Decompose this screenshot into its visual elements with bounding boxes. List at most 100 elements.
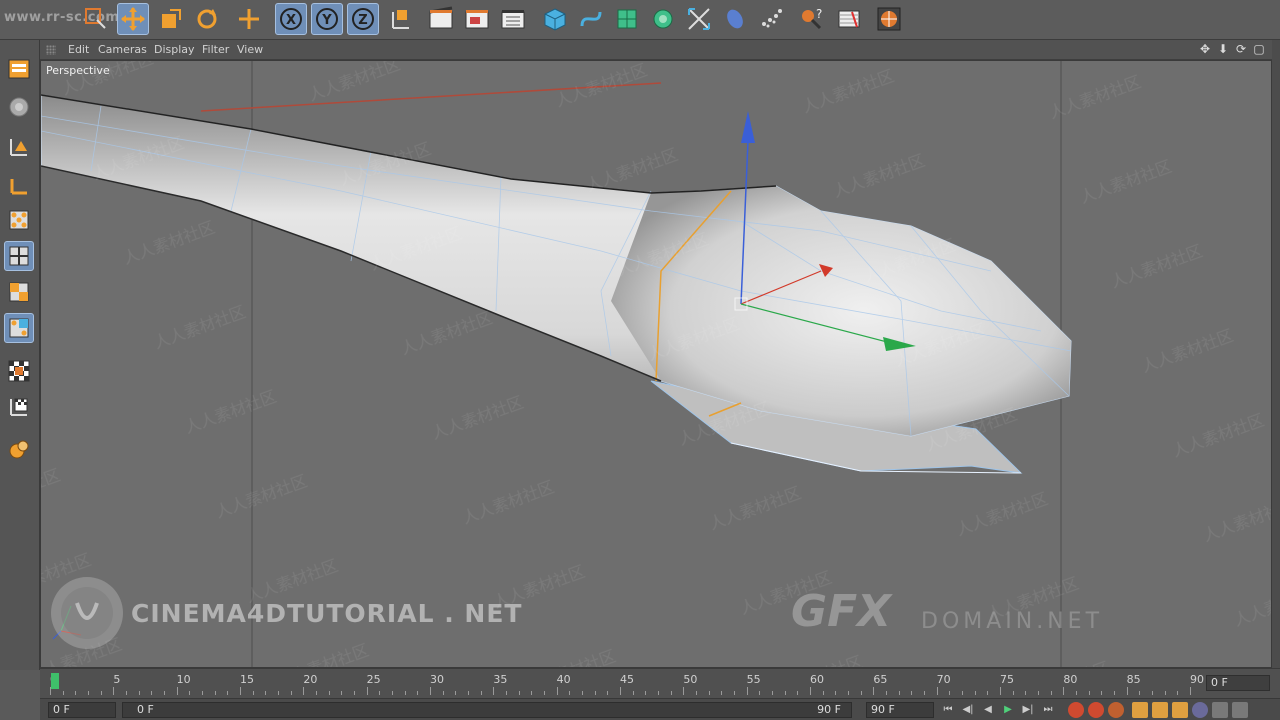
x-axis-lock-icon[interactable]: X — [275, 3, 307, 35]
texture-mode-icon[interactable] — [4, 92, 34, 122]
tweak-mode-icon[interactable] — [4, 392, 34, 422]
make-editable-icon[interactable] — [4, 54, 34, 84]
go-to-start-icon[interactable]: ⏮ — [940, 702, 956, 718]
rotate-icon[interactable] — [191, 3, 223, 35]
ruler-tick — [924, 691, 925, 695]
keyframe-selection-icon[interactable] — [1108, 702, 1124, 718]
render-settings-icon[interactable] — [497, 3, 529, 35]
model-mode-icon[interactable] — [4, 132, 34, 162]
cube-primitive-icon[interactable] — [539, 3, 571, 35]
parameter-key-icon[interactable] — [1192, 702, 1208, 718]
spline-curve[interactable] — [200, 82, 662, 112]
array-icon[interactable] — [647, 3, 679, 35]
ruler-tick — [987, 691, 989, 695]
pan-view-icon[interactable]: ✥ — [1198, 42, 1212, 56]
deformer-icon[interactable] — [683, 3, 715, 35]
ruler-tick — [544, 691, 545, 695]
enable-axis-icon[interactable] — [4, 356, 34, 386]
axis-mode-icon[interactable] — [4, 170, 34, 200]
ruler-tick — [240, 687, 241, 695]
ruler-tick — [404, 691, 406, 695]
previous-frame-icon[interactable]: ◀ — [980, 702, 996, 718]
ruler-tick — [734, 691, 735, 695]
playhead-handle[interactable] — [51, 673, 59, 689]
pla-key-icon[interactable] — [1212, 702, 1228, 718]
gizmo-y-axis-handle[interactable] — [741, 111, 755, 143]
menu-display[interactable]: Display — [154, 43, 195, 56]
svg-text:?: ? — [816, 7, 822, 21]
z-axis-lock-icon[interactable]: Z — [347, 3, 379, 35]
menu-cameras[interactable]: Cameras — [98, 43, 147, 56]
maximize-view-icon[interactable]: ▢ — [1252, 42, 1266, 56]
menu-filter[interactable]: Filter — [202, 43, 229, 56]
mograph-icon[interactable] — [755, 3, 787, 35]
timeline-options-icon[interactable] — [1232, 702, 1248, 718]
autokeying-icon[interactable] — [1088, 702, 1104, 718]
ruler-tick — [620, 687, 621, 695]
y-axis-lock-icon[interactable]: Y — [311, 3, 343, 35]
spline-pen-icon[interactable] — [575, 3, 607, 35]
ruler-tick — [556, 687, 558, 695]
render-view-icon[interactable] — [425, 3, 457, 35]
ruler-tick — [442, 691, 444, 695]
ruler-tick — [645, 691, 647, 695]
polygons-mode-icon[interactable] — [4, 277, 34, 307]
ruler-tick — [1050, 691, 1052, 695]
ruler-tick — [848, 691, 849, 695]
panel-grip[interactable] — [46, 45, 56, 55]
ruler-tick — [835, 691, 837, 695]
ruler-tick — [708, 691, 710, 695]
ruler-tick-label: 85 — [1126, 673, 1141, 686]
add-icon[interactable] — [233, 3, 265, 35]
rotation-key-icon[interactable] — [1172, 702, 1188, 718]
ruler-tick-label: 30 — [430, 673, 444, 686]
snapping-icon[interactable] — [4, 434, 34, 464]
points-mode-icon[interactable] — [4, 205, 34, 235]
live-selection-icon[interactable] — [80, 3, 112, 35]
edges-mode-icon[interactable] — [4, 241, 34, 271]
camera-icon[interactable]: ? — [795, 3, 827, 35]
ruler-tick — [784, 691, 786, 695]
sphere-icon[interactable] — [873, 3, 905, 35]
ruler-tick — [1063, 687, 1065, 695]
ruler-tick — [341, 691, 343, 695]
right-panel-edge[interactable] — [1272, 40, 1280, 670]
record-active-objects-icon[interactable] — [1068, 702, 1084, 718]
go-to-end-icon[interactable]: ⏭ — [1040, 702, 1056, 718]
preview-range-slider[interactable]: 0 F 90 F — [122, 702, 852, 718]
dolly-view-icon[interactable]: ⬇ — [1216, 42, 1230, 56]
coordinate-system-icon[interactable] — [384, 3, 416, 35]
ruler-tick — [721, 691, 723, 695]
ruler-tick — [772, 691, 773, 695]
orbit-view-icon[interactable]: ⟳ — [1234, 42, 1248, 56]
play-forward-icon[interactable]: ▶ — [1000, 702, 1016, 718]
ruler-tick — [455, 691, 457, 695]
position-key-icon[interactable] — [1132, 702, 1148, 718]
render-picture-viewer-icon[interactable] — [461, 3, 493, 35]
light-icon[interactable] — [833, 3, 865, 35]
ruler-tick — [417, 691, 419, 695]
frame-ruler[interactable]: 051015202530354045505560657075808590 — [50, 671, 1204, 697]
ruler-tick — [75, 691, 77, 695]
current-frame-field[interactable]: 0 F — [1206, 675, 1270, 691]
scene-environment-icon[interactable] — [719, 3, 751, 35]
timeline-ruler[interactable]: 051015202530354045505560657075808590 0 F — [40, 668, 1280, 698]
move-icon[interactable] — [117, 3, 149, 35]
scale-icon[interactable] — [155, 3, 187, 35]
previous-key-icon[interactable]: ◀| — [960, 702, 976, 718]
menu-edit[interactable]: Edit — [68, 43, 89, 56]
start-frame-field[interactable]: 0 F — [48, 702, 116, 718]
menu-view[interactable]: View — [237, 43, 263, 56]
ruler-tick — [949, 691, 951, 695]
uv-points-mode-icon[interactable] — [4, 313, 34, 343]
viewport-camera-label[interactable]: Perspective — [46, 64, 110, 77]
next-frame-icon[interactable]: ▶| — [1020, 702, 1036, 718]
ruler-tick — [189, 691, 191, 695]
ruler-tick — [632, 691, 634, 695]
perspective-viewport[interactable]: 人人素材社区 — [40, 60, 1272, 668]
subdivision-surface-icon[interactable] — [611, 3, 643, 35]
ruler-tick — [1101, 691, 1103, 695]
end-frame-field[interactable]: 90 F — [866, 702, 934, 718]
ruler-tick — [202, 691, 203, 695]
scale-key-icon[interactable] — [1152, 702, 1168, 718]
